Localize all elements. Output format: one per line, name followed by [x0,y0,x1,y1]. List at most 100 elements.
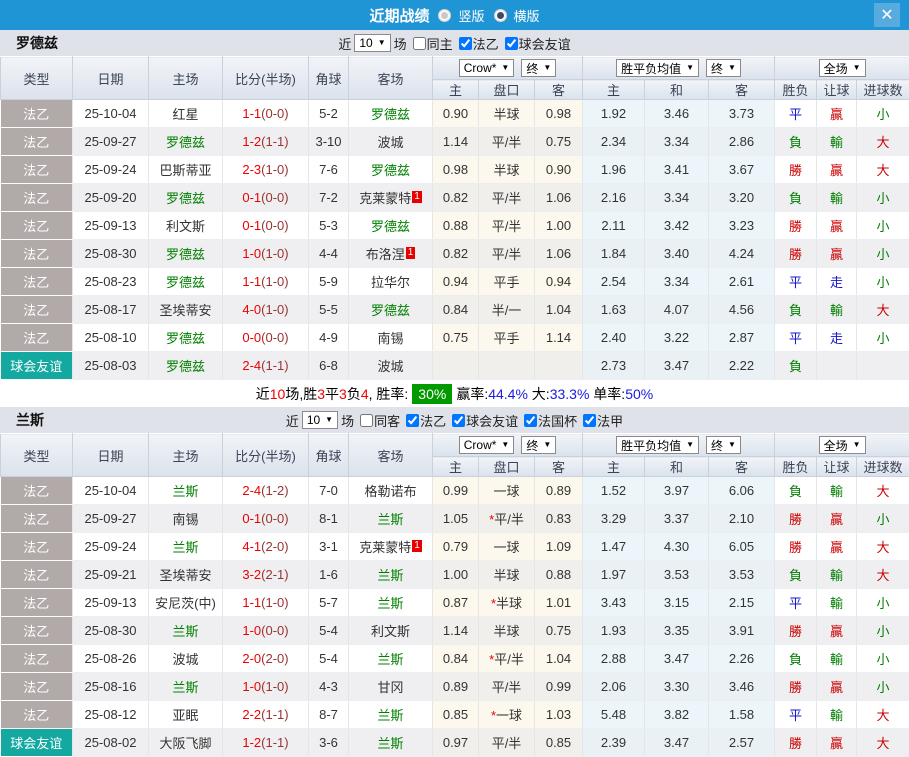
scope-select-value: 全场 [824,437,848,454]
col-handicap: 盘口 [479,457,535,477]
avg-away-cell: 2.87 [709,324,775,352]
handicap-result-cell [817,352,857,380]
bookmaker-final-select[interactable]: 终▼ [521,436,556,454]
handicap-cell: 平/半 [479,184,535,212]
result-cell: 負 [775,128,817,156]
team-name: 罗德兹 [0,33,58,53]
result-cell: 負 [775,477,817,505]
handicap-cell: *一球 [479,701,535,729]
date-cell: 25-09-13 [73,212,149,240]
summary-text: 平 [325,384,339,404]
games-count-select[interactable]: 10▼ [354,34,390,52]
goals-cell: 大 [857,533,909,561]
filter-checkbox[interactable]: 同客 [360,411,400,430]
radio-horizontal-label[interactable]: 横版 [514,6,540,25]
avg-away-cell: 6.05 [709,533,775,561]
filter-checkbox-input[interactable] [459,37,472,50]
avg-final-select[interactable]: 终▼ [706,59,741,77]
radio-vertical[interactable] [438,9,451,22]
away-team-cell: 罗德兹 [349,100,433,128]
handicap-cell: 平/半 [479,212,535,240]
home-team-cell: 罗德兹 [149,324,223,352]
avg-draw-cell: 3.34 [645,268,709,296]
goals-cell: 小 [857,673,909,701]
col-avg-away: 客 [709,80,775,100]
type-cell: 法乙 [1,477,73,505]
filter-checkbox[interactable]: 法乙 [406,411,446,430]
avg-odds-group: 胜平负均值▼ 终▼ [583,434,775,457]
handicap-cell: 一球 [479,477,535,505]
filter-checkbox[interactable]: 球会友谊 [505,34,571,53]
col-handicap-result: 让球 [817,457,857,477]
filter-checkbox-input[interactable] [524,414,537,427]
col-corner: 角球 [309,57,349,100]
handicap-result-cell: 贏 [817,212,857,240]
avg-select[interactable]: 胜平负均值▼ [616,436,699,454]
filter-checkbox-input[interactable] [406,414,419,427]
away-odds-cell: 0.99 [535,673,583,701]
close-button[interactable]: ✕ [874,3,900,27]
goals-cell: 小 [857,212,909,240]
match-row: 法乙25-09-20罗德兹0-1(0-0)7-2克莱蒙特10.82平/半1.06… [1,184,909,212]
score-cell: 2-3(1-0) [223,156,309,184]
radio-vertical-label[interactable]: 竖版 [458,6,484,25]
col-avg-away: 客 [709,457,775,477]
avg-final-select[interactable]: 终▼ [706,436,741,454]
away-odds-cell: 1.00 [535,212,583,240]
avg-draw-cell: 3.37 [645,505,709,533]
scope-select[interactable]: 全场▼ [819,436,866,454]
type-cell: 法乙 [1,561,73,589]
away-team-cell: 兰斯 [349,645,433,673]
score-cell: 1-2(1-1) [223,128,309,156]
corners-cell: 3-1 [309,533,349,561]
halftime-score: (0-0) [261,623,288,638]
avg-home-cell: 2.73 [583,352,645,380]
away-team-cell: 罗德兹 [349,296,433,324]
fulltime-score: 4-1 [242,539,261,554]
corners-cell: 5-9 [309,268,349,296]
corners-cell: 4-9 [309,324,349,352]
filter-checkbox[interactable]: 同主 [413,34,453,53]
filter-checkbox-input[interactable] [360,414,373,427]
fulltime-score: 0-1 [242,511,261,526]
summary-text: 单率: [589,384,625,404]
radio-horizontal[interactable] [494,9,507,22]
filter-checkbox[interactable]: 法乙 [459,34,499,53]
handicap-change-star: * [491,596,496,611]
bookmaker-final-select-value: 终 [526,60,538,77]
corners-cell: 5-3 [309,212,349,240]
games-count-select[interactable]: 10▼ [302,411,338,429]
scope-select[interactable]: 全场▼ [819,59,866,77]
fulltime-score: 1-0 [242,679,261,694]
bookmaker-select[interactable]: Crow*▼ [459,436,515,454]
filter-checkbox-input[interactable] [413,37,426,50]
type-cell: 法乙 [1,701,73,729]
home-odds-cell: 0.89 [433,673,479,701]
result-cell: 負 [775,561,817,589]
avg-draw-cell: 3.47 [645,729,709,757]
match-row: 法乙25-08-30兰斯1-0(0-0)5-4利文斯1.14半球0.751.93… [1,617,909,645]
col-avg-home: 主 [583,457,645,477]
goals-cell: 大 [857,477,909,505]
filter-checkbox[interactable]: 球会友谊 [452,411,518,430]
filter-checkbox[interactable]: 法国杯 [524,411,577,430]
type-cell: 法乙 [1,156,73,184]
team-section: 近10▼场同客法乙球会友谊法国杯法甲兰斯类型日期主场比分(半场)角球客场Crow… [0,407,909,757]
handicap-result-cell: 輸 [817,296,857,324]
avg-draw-cell: 3.97 [645,477,709,505]
away-team-cell: 克莱蒙特1 [349,533,433,561]
away-odds-cell: 1.06 [535,240,583,268]
bookmaker-select[interactable]: Crow*▼ [459,59,515,77]
halftime-score: (1-1) [261,134,288,149]
bookmaker-final-select[interactable]: 终▼ [521,59,556,77]
summary-text: 近 [256,384,270,404]
filter-checkbox-input[interactable] [583,414,596,427]
filter-checkbox-input[interactable] [452,414,465,427]
filter-checkbox[interactable]: 法甲 [583,411,623,430]
avg-select[interactable]: 胜平负均值▼ [616,59,699,77]
match-row: 法乙25-08-23罗德兹1-1(1-0)5-9拉华尔0.94平手0.942.5… [1,268,909,296]
match-row: 法乙25-09-13利文斯0-1(0-0)5-3罗德兹0.88平/半1.002.… [1,212,909,240]
avg-draw-cell: 3.53 [645,561,709,589]
filter-checkbox-input[interactable] [505,37,518,50]
away-team-cell: 南锡 [349,324,433,352]
